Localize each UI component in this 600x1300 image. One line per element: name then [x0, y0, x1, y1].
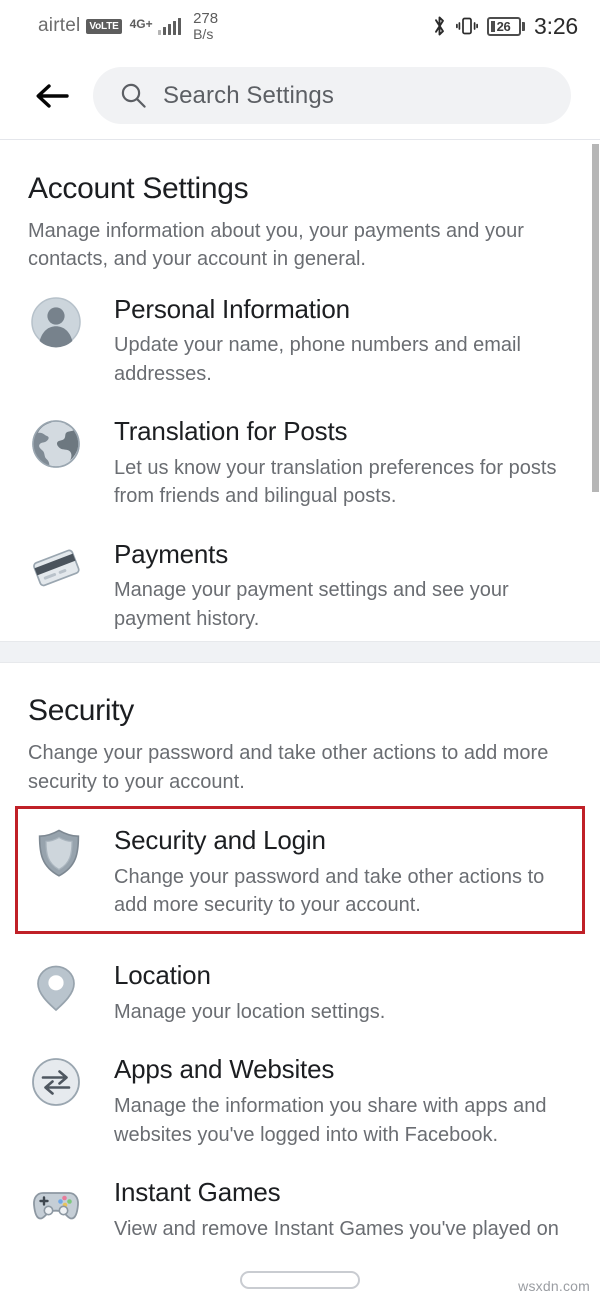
settings-row-translation-for-posts[interactable]: Translation for Posts Let us know your t… — [0, 396, 600, 518]
settings-row-title: Translation for Posts — [114, 416, 348, 447]
settings-row-instant-games[interactable]: Instant Games View and remove Instant Ga… — [0, 1157, 600, 1252]
settings-row-security-and-login[interactable]: Security and Login Change your password … — [15, 805, 585, 935]
section-title: Account Settings — [28, 172, 249, 205]
settings-row-title: Security and Login — [114, 824, 326, 855]
section-header: Account Settings Manage information abou… — [0, 141, 600, 274]
settings-row-description: Update your name, phone numbers and emai… — [114, 334, 521, 385]
status-bar-left: airtel VoLTE 4G+ 278 B/s — [38, 11, 218, 41]
settings-row-apps-and-websites[interactable]: Apps and Websites Manage the information… — [0, 1034, 600, 1156]
settings-row-description: View and remove Instant Games you've pla… — [114, 1217, 559, 1240]
exchange-arrows-icon — [28, 1054, 84, 1110]
settings-row-title: Location — [114, 960, 211, 991]
search-input[interactable]: Search Settings — [93, 67, 571, 124]
settings-row-personal-information[interactable]: Personal Information Update your name, p… — [0, 274, 600, 396]
back-button[interactable] — [29, 73, 75, 119]
search-header: Search Settings — [0, 52, 600, 140]
settings-scroll-area[interactable]: Account Settings Manage information abou… — [0, 141, 600, 1260]
phone-screen: airtel VoLTE 4G+ 278 B/s 26 3:26 Search … — [0, 0, 600, 1300]
network-speed-indicator: 278 B/s — [193, 11, 218, 41]
scrollbar-thumb[interactable] — [592, 144, 599, 492]
shield-icon — [31, 825, 87, 881]
battery-icon: 26 — [486, 16, 526, 36]
settings-row-description: Manage your payment settings and see you… — [114, 579, 509, 630]
person-circle-icon — [28, 294, 84, 350]
home-indicator[interactable] — [240, 1271, 360, 1289]
settings-row-payments[interactable]: Payments Manage your payment settings an… — [0, 519, 600, 641]
settings-row-location[interactable]: Location Manage your location settings. — [0, 940, 600, 1034]
location-pin-icon — [28, 960, 84, 1016]
back-arrow-icon — [36, 83, 69, 108]
settings-row-text: Security and Login Change your password … — [114, 823, 569, 919]
section-title: Security — [28, 694, 134, 728]
game-controller-icon — [28, 1177, 84, 1233]
volte-badge: VoLTE — [86, 18, 122, 34]
search-icon — [120, 82, 147, 109]
section-description: Manage information about you, your payme… — [28, 220, 524, 271]
settings-row-description: Manage your location settings. — [114, 1001, 386, 1024]
status-bar: airtel VoLTE 4G+ 278 B/s 26 3:26 — [0, 0, 600, 52]
signal-strength-icon — [157, 17, 182, 35]
watermark-label: wsxdn.com — [518, 1278, 590, 1294]
settings-row-text: Translation for Posts Let us know your t… — [114, 414, 572, 510]
scrollbar-track[interactable] — [592, 141, 600, 1260]
vibrate-icon — [455, 15, 478, 37]
settings-row-text: Apps and Websites Manage the information… — [114, 1052, 572, 1148]
network-type-label: 4G+ — [129, 17, 153, 32]
network-speed-unit: B/s — [193, 25, 214, 42]
settings-row-title: Apps and Websites — [114, 1054, 335, 1085]
section-description: Change your password and take other acti… — [28, 742, 549, 793]
network-speed-value: 278 — [193, 10, 219, 28]
settings-row-title: Personal Information — [114, 293, 350, 324]
clock-label: 3:26 — [534, 12, 578, 39]
battery-level-label: 26 — [496, 18, 511, 34]
settings-row-text: Location Manage your location settings. — [114, 958, 572, 1026]
credit-card-icon — [28, 539, 84, 595]
settings-row-text: Instant Games View and remove Instant Ga… — [114, 1175, 572, 1244]
section-security: Security Change your password and take o… — [0, 663, 600, 1252]
settings-row-description: Manage the information you share with ap… — [114, 1095, 547, 1146]
settings-row-description: Let us know your translation preferences… — [114, 456, 557, 508]
bluetooth-icon — [432, 15, 447, 37]
globe-icon — [28, 416, 84, 472]
section-header: Security Change your password and take o… — [0, 663, 600, 796]
settings-row-description: Change your password and take other acti… — [114, 865, 545, 916]
section-divider — [0, 641, 600, 664]
section-account-settings: Account Settings Manage information abou… — [0, 141, 600, 642]
settings-row-text: Personal Information Update your name, p… — [114, 292, 572, 388]
settings-row-text: Payments Manage your payment settings an… — [114, 537, 572, 633]
system-nav-bar — [0, 1260, 600, 1300]
settings-row-title: Instant Games — [114, 1176, 281, 1207]
search-placeholder-label: Search Settings — [163, 81, 334, 109]
status-bar-right: 26 3:26 — [432, 13, 578, 40]
carrier-label: airtel — [38, 15, 81, 36]
settings-row-title: Payments — [114, 538, 229, 569]
